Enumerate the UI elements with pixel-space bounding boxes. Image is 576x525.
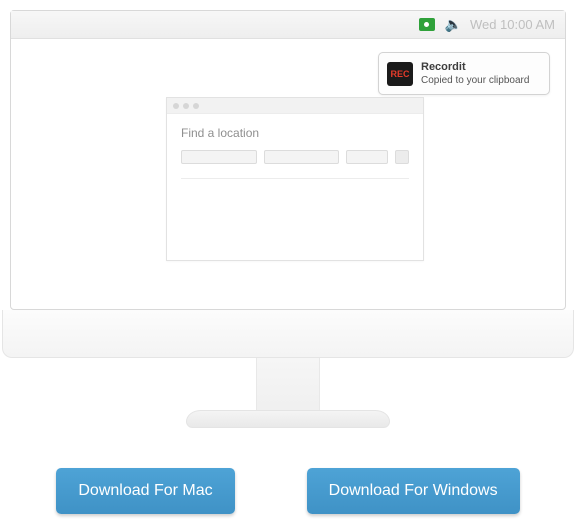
download-windows-button[interactable]: Download For Windows [307, 468, 520, 514]
download-buttons-row: Download For Mac Download For Windows [0, 468, 576, 514]
location-submit-button[interactable] [395, 150, 409, 164]
traffic-light-icon [193, 103, 199, 109]
location-input-1[interactable] [181, 150, 257, 164]
rec-badge-icon: REC [387, 62, 413, 86]
menubar: 🔈 Wed 10:00 AM [11, 11, 565, 39]
monitor-stand-base [186, 410, 390, 428]
download-mac-button[interactable]: Download For Mac [56, 468, 234, 514]
menubar-datetime: Wed 10:00 AM [470, 17, 555, 32]
location-input-2[interactable] [264, 150, 340, 164]
recording-indicator-icon [419, 18, 435, 31]
recordit-notification[interactable]: REC Recordit Copied to your clipboard [378, 52, 550, 95]
location-input-3[interactable] [346, 150, 388, 164]
monitor-stand-neck [256, 358, 320, 414]
monitor-bezel [2, 310, 574, 358]
location-input-row [181, 150, 409, 164]
window-chrome [167, 98, 423, 114]
traffic-light-icon [173, 103, 179, 109]
find-location-heading: Find a location [181, 126, 409, 140]
app-window: Find a location [166, 97, 424, 261]
notification-message: Copied to your clipboard [421, 74, 529, 87]
traffic-light-icon [183, 103, 189, 109]
speaker-icon: 🔈 [445, 16, 462, 33]
notification-title: Recordit [421, 60, 529, 74]
divider [181, 178, 409, 179]
notification-text: Recordit Copied to your clipboard [421, 60, 529, 87]
